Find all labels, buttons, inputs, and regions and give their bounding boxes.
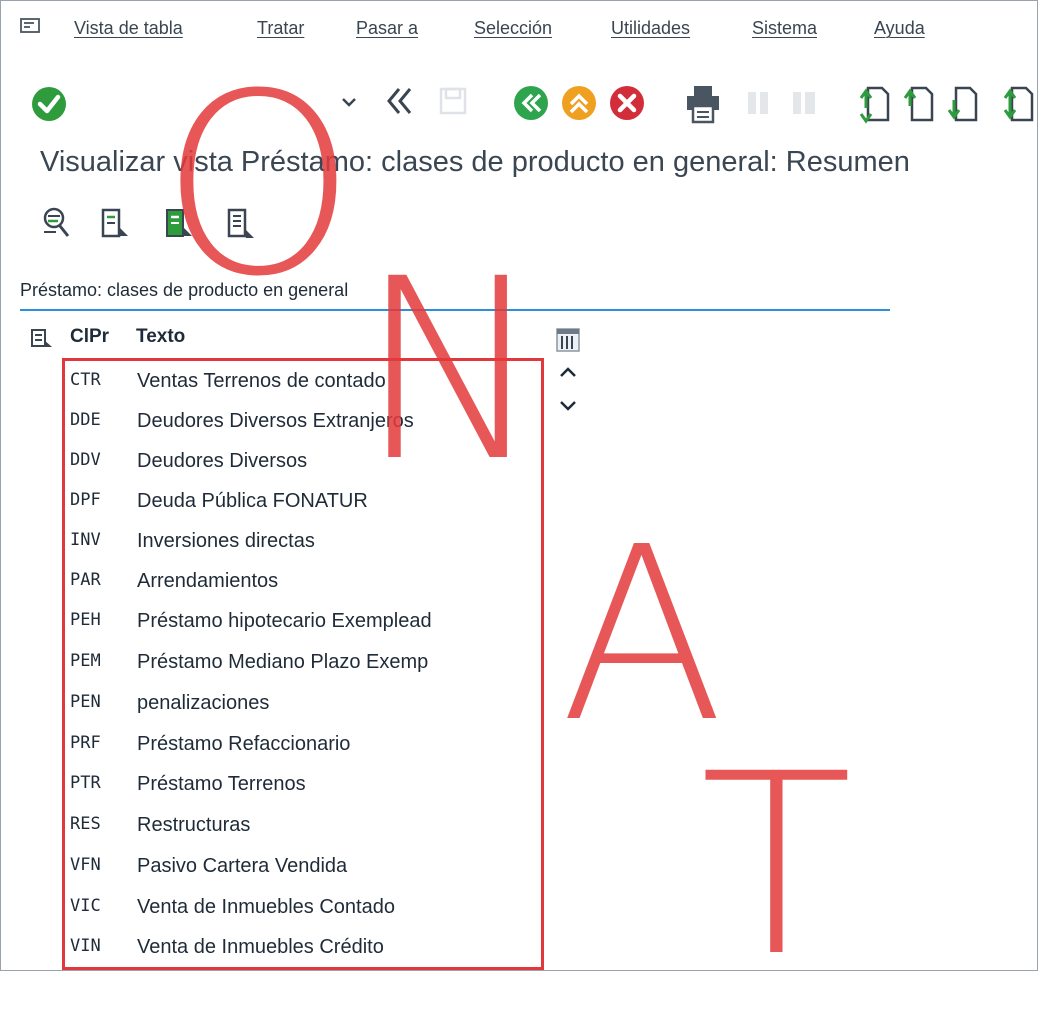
row-key: INV [70,530,101,550]
find-icon [748,92,768,114]
save-icon [439,87,467,115]
column-header-text[interactable]: Texto [136,326,185,348]
row-key: VIN [70,936,101,956]
back-double-chevron-icon[interactable] [384,86,416,116]
find-next-icon [793,92,815,114]
dropdown-chevron-icon[interactable] [340,94,358,110]
scroll-up-icon [560,367,576,377]
next-page-icon[interactable] [946,82,980,124]
menu-tratar[interactable]: Tratar [257,18,304,39]
enter-check-icon[interactable] [30,85,68,123]
print-icon[interactable] [684,84,722,124]
table-row[interactable]: PAR Arrendamientos [70,564,540,604]
row-text: Inversiones directas [137,530,315,552]
table-row[interactable]: PRF Préstamo Refaccionario [70,727,540,767]
table-row[interactable]: DDE Deudores Diversos Extranjeros [70,404,540,444]
table-row[interactable]: DDV Deudores Diversos [70,444,540,484]
section-underline [20,309,890,311]
row-key: VFN [70,855,101,875]
previous-page-icon[interactable] [902,82,936,124]
row-key: DDE [70,410,101,430]
table-row[interactable]: VIC Venta de Inmuebles Contado [70,890,540,930]
menu-ayuda[interactable]: Ayuda [874,18,925,39]
column-header-key[interactable]: ClPr [70,326,109,348]
scroll-down-icon [560,401,576,411]
row-text: Restructuras [137,814,251,836]
row-text: Deudores Diversos [137,450,308,472]
table-row[interactable]: CTR Ventas Terrenos de contado [70,364,540,404]
section-title: Préstamo: clases de producto en general [20,280,349,300]
table-row[interactable]: PEH Préstamo hipotecario Exemplead [70,604,540,644]
table-scroll [560,367,576,411]
row-key: PAR [70,570,101,590]
back-icon[interactable] [512,84,550,122]
row-key: DDV [70,450,101,470]
row-key: PTR [70,773,101,793]
page-title: Visualizar vista Préstamo: clases de pro… [40,146,910,178]
row-text: Préstamo Refaccionario [137,733,351,755]
menu-vista-de-tabla[interactable]: Vista de tabla [74,18,183,39]
row-key: DPF [70,490,101,510]
row-key: RES [70,814,101,834]
cancel-icon[interactable] [608,84,646,122]
table-select-icon[interactable] [30,328,54,350]
row-key: PRF [70,733,101,753]
menu-seleccion[interactable]: Selección [474,18,552,39]
copy-as-icon[interactable] [164,208,194,242]
row-key: PEN [70,692,101,712]
last-page-icon[interactable] [1002,82,1036,124]
table-row[interactable]: INV Inversiones directas [70,524,540,564]
table-row[interactable]: VFN Pasivo Cartera Vendida [70,849,540,889]
menu-icon[interactable] [20,18,42,36]
exit-icon[interactable] [560,84,598,122]
row-key: VIC [70,896,101,916]
menu-pasar-a[interactable]: Pasar a [356,18,418,39]
row-text: Préstamo Terrenos [137,773,306,795]
system-toolbar [0,80,1038,130]
row-text: Deuda Pública FONATUR [137,490,368,512]
details-icon[interactable] [100,208,130,242]
row-text: Deudores Diversos Extranjeros [137,410,414,432]
menu-utilidades[interactable]: Utilidades [611,18,690,39]
menu-sistema[interactable]: Sistema [752,18,817,39]
menu-bar: Vista de tabla Tratar Pasar a Selección … [0,0,1038,58]
row-text: Pasivo Cartera Vendida [137,855,348,877]
display-change-icon[interactable] [40,206,72,242]
table-row[interactable]: RES Restructuras [70,808,540,848]
row-key: CTR [70,370,101,390]
row-text: Préstamo Mediano Plazo Exemp [137,651,429,673]
row-text: Arrendamientos [137,570,279,592]
first-page-icon[interactable] [858,82,892,124]
row-key: PEM [70,651,101,671]
row-text: Ventas Terrenos de contado [137,370,386,392]
row-text: penalizaciones [137,692,270,714]
table-row[interactable]: VIN Venta de Inmuebles Crédito [70,930,540,970]
table-row[interactable]: PEN penalizaciones [70,686,540,726]
row-text: Venta de Inmuebles Contado [137,896,395,918]
row-text: Préstamo hipotecario Exemplead [137,610,432,632]
table-row[interactable]: PTR Préstamo Terrenos [70,767,540,807]
table-row[interactable]: DPF Deuda Pública FONATUR [70,484,540,524]
column-settings-icon[interactable] [556,328,580,352]
select-all-icon[interactable] [226,208,256,242]
row-key: PEH [70,610,101,630]
table-row[interactable]: PEM Préstamo Mediano Plazo Exemp [70,645,540,685]
row-text: Venta de Inmuebles Crédito [137,936,384,958]
table-body: CTR Ventas Terrenos de contado DDE Deudore… [62,358,544,970]
